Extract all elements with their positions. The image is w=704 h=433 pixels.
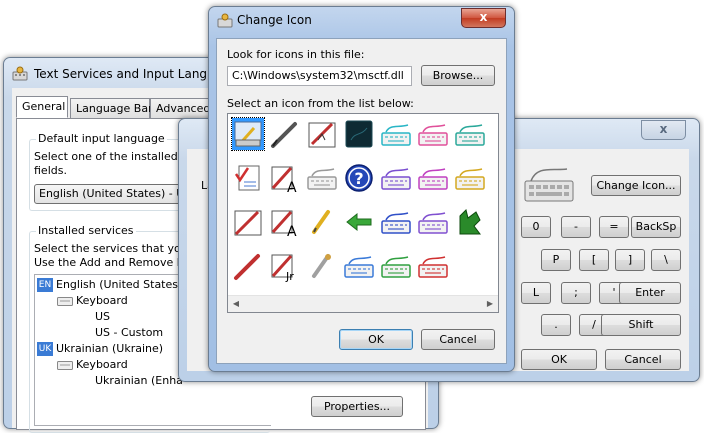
tree-label: US - Custom xyxy=(95,326,164,339)
tree-label: English (United States) xyxy=(56,278,183,291)
tree-item-keyboard[interactable]: Keyboard xyxy=(57,293,128,309)
keyboard-green-icon[interactable] xyxy=(380,250,412,282)
pen-letter-icon[interactable]: A xyxy=(269,206,301,240)
svg-text:Jr: Jr xyxy=(285,270,294,282)
keyboard-pink-icon[interactable] xyxy=(417,118,449,150)
tab-general[interactable]: General xyxy=(16,96,68,118)
dialog-title: Change Icon xyxy=(237,13,312,27)
key-minus[interactable]: - xyxy=(561,216,591,238)
tree-label: Ukrainian (Enha xyxy=(95,374,183,387)
pen-character-icon[interactable]: A xyxy=(269,162,301,196)
key-backslash[interactable]: \ xyxy=(651,249,681,271)
tab-label: Advanced xyxy=(156,102,211,115)
keyboard-yellow-icon[interactable] xyxy=(454,162,486,194)
keyboard-violet-icon[interactable] xyxy=(417,206,449,238)
tree-item-ukrainian-enhanced[interactable]: Ukrainian (Enha xyxy=(95,373,183,389)
green-shape-icon[interactable] xyxy=(454,206,486,238)
look-for-label: Look for icons in this file: xyxy=(227,48,365,61)
keyboard-teal-icon[interactable] xyxy=(454,118,486,150)
tab-label: General xyxy=(22,100,66,113)
key-enter[interactable]: Enter xyxy=(619,282,681,304)
help-icon[interactable]: ? xyxy=(343,162,375,194)
change-icon-client: Look for icons in this file: C:\Windows\… xyxy=(216,38,507,364)
key-l[interactable]: L xyxy=(521,282,551,304)
installed-description: Select the services that you w xyxy=(34,242,201,255)
key-p[interactable]: P xyxy=(541,249,571,271)
language-tag: EN xyxy=(37,278,53,292)
keyboard-red-icon[interactable] xyxy=(417,250,449,282)
key-bracket-right[interactable]: ] xyxy=(615,249,645,271)
svg-text:?: ? xyxy=(354,169,363,188)
keyboard-preview-icon xyxy=(524,168,574,202)
tree-item-english[interactable]: EN English (United States) xyxy=(37,277,182,293)
default-description: Select one of the installed inp xyxy=(34,150,199,163)
cancel-button[interactable]: Cancel xyxy=(421,329,495,350)
pencil-yellow-icon[interactable] xyxy=(306,206,338,238)
close-button[interactable]: x xyxy=(461,8,506,28)
pen-pad-icon[interactable] xyxy=(232,206,264,238)
dark-square-icon[interactable] xyxy=(343,118,375,150)
tab-language-bar[interactable]: Language Bar xyxy=(70,98,153,118)
key-shift[interactable]: Shift xyxy=(601,314,681,336)
select-icon-label: Select an icon from the list below: xyxy=(227,97,414,110)
svg-text:A: A xyxy=(287,180,297,194)
tree-label: US xyxy=(95,310,111,323)
red-pen-icon[interactable] xyxy=(232,250,264,282)
keyboard-ok-button[interactable]: OK xyxy=(521,349,597,370)
key-semicolon[interactable]: ; xyxy=(561,282,591,304)
change-icon-button[interactable]: Change Icon... xyxy=(591,175,681,196)
key-equals[interactable]: = xyxy=(599,216,629,238)
browse-button[interactable]: Browse... xyxy=(421,65,495,86)
tab-label: Language Bar xyxy=(76,102,153,115)
properties-button[interactable]: Properties... xyxy=(311,396,403,417)
tree-item-us[interactable]: US xyxy=(95,309,110,325)
keyboard-magenta-icon[interactable] xyxy=(417,162,449,194)
arrow-left-icon[interactable] xyxy=(343,206,375,238)
tree-item-ukrainian[interactable]: UK Ukrainian (Ukraine) xyxy=(37,341,163,357)
tree-label: Keyboard xyxy=(76,358,128,371)
handwriting-pad-icon[interactable] xyxy=(306,118,338,150)
keyboard-blue2-icon[interactable] xyxy=(343,250,375,282)
keyboard-icon xyxy=(57,361,73,370)
file-path-input[interactable]: C:\Windows\system32\msctf.dll xyxy=(227,66,412,86)
pen-icon[interactable] xyxy=(269,118,301,150)
pen-japanese-icon[interactable]: Jr xyxy=(269,250,301,283)
scroll-left-icon[interactable]: ◀ xyxy=(228,297,244,311)
tree-item-us-custom[interactable]: US - Custom xyxy=(95,325,163,341)
keyboard-gray-icon[interactable] xyxy=(306,162,338,194)
keyboard-purple-icon[interactable] xyxy=(380,162,412,194)
pen-tablet-icon[interactable] xyxy=(231,117,265,151)
key-bracket-left[interactable]: [ xyxy=(579,249,609,271)
close-button[interactable]: x xyxy=(641,120,686,140)
checklist-icon[interactable] xyxy=(232,162,264,194)
change-icon-title-icon xyxy=(217,13,233,28)
language-tag: UK xyxy=(37,342,53,356)
keyboard-cyan-icon[interactable] xyxy=(380,118,412,150)
change-icon-dialog: Change Icon x Look for icons in this fil… xyxy=(208,6,515,372)
key-0[interactable]: 0 xyxy=(521,216,551,238)
keyboard-blue-icon[interactable] xyxy=(380,206,412,238)
text-services-icon xyxy=(12,66,28,81)
group-title: Default input language xyxy=(36,132,167,145)
installed-description-2: Use the Add and Remove bu xyxy=(34,256,191,269)
tree-label: Keyboard xyxy=(76,294,128,307)
keyboard-icon xyxy=(57,297,73,306)
tree-item-keyboard-uk[interactable]: Keyboard xyxy=(57,357,128,373)
icon-grid: A? A Jr xyxy=(228,114,498,296)
key-period[interactable]: . xyxy=(541,314,571,336)
pencil-gray-icon[interactable] xyxy=(306,250,338,282)
group-title: Installed services xyxy=(36,224,136,237)
key-backspace[interactable]: BackSp xyxy=(631,216,681,238)
horizontal-scrollbar[interactable]: ◀ ▶ xyxy=(228,295,498,312)
icon-list[interactable]: A? A Jr ◀ ▶ xyxy=(227,113,499,313)
svg-text:A: A xyxy=(287,224,297,238)
ok-button[interactable]: OK xyxy=(339,329,413,350)
default-description-2: fields. xyxy=(34,164,67,177)
keyboard-cancel-button[interactable]: Cancel xyxy=(605,349,681,370)
scroll-right-icon[interactable]: ▶ xyxy=(482,297,498,311)
tree-label: Ukrainian (Ukraine) xyxy=(56,342,164,355)
